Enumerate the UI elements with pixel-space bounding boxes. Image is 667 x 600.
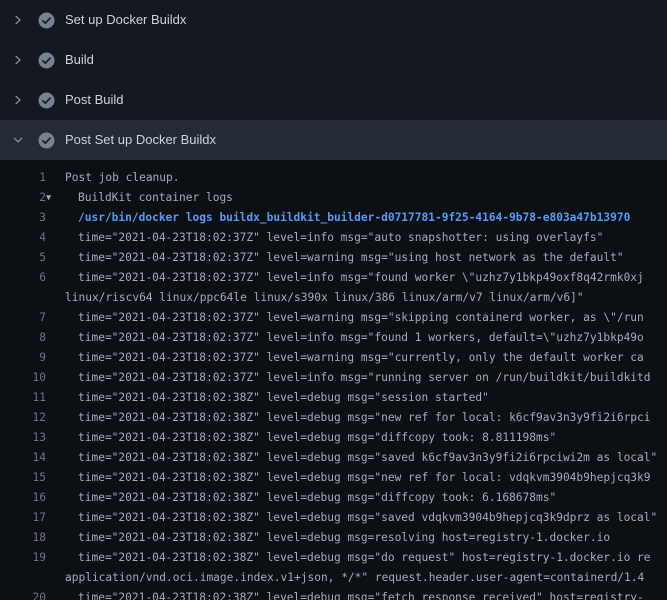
steps-list: Set up Docker Buildx Build P bbox=[0, 0, 667, 160]
log-line-text: time="2021-04-23T18:02:37Z" level=warnin… bbox=[78, 348, 644, 368]
log-line-text: time="2021-04-23T18:02:38Z" level=debug … bbox=[78, 588, 644, 600]
chevron-right-icon[interactable] bbox=[12, 54, 24, 66]
log-line: 15 time="2021-04-23T18:02:38Z" level=deb… bbox=[0, 468, 667, 488]
log-line-text: time="2021-04-23T18:02:37Z" level=info m… bbox=[78, 228, 603, 248]
log-line-text: time="2021-04-23T18:02:37Z" level=warnin… bbox=[78, 308, 644, 328]
log-line-text: time="2021-04-23T18:02:38Z" level=debug … bbox=[78, 408, 651, 428]
check-circle-icon bbox=[38, 132, 55, 149]
log-line-number[interactable]: 5 bbox=[0, 248, 46, 268]
step-label: Post Set up Docker Buildx bbox=[65, 120, 216, 160]
log-line-text: time="2021-04-23T18:02:37Z" level=warnin… bbox=[78, 248, 624, 268]
check-circle-icon bbox=[38, 92, 55, 109]
log-line-number[interactable]: 20 bbox=[0, 588, 46, 600]
log-line-text: linux/riscv64 linux/ppc64le linux/s390x … bbox=[65, 288, 584, 308]
log-line: 2 ▼ BuildKit container logs bbox=[0, 188, 667, 208]
log-line-number[interactable] bbox=[0, 288, 46, 308]
step-row[interactable]: Post Build bbox=[0, 80, 667, 120]
log-line: 3 /usr/bin/docker logs buildx_buildkit_b… bbox=[0, 208, 667, 228]
log-line-text: time="2021-04-23T18:02:38Z" level=debug … bbox=[78, 528, 610, 548]
log-line-text: application/vnd.oci.image.index.v1+json,… bbox=[65, 568, 644, 588]
log-line-number[interactable]: 19 bbox=[0, 548, 46, 568]
log-line-number[interactable]: 13 bbox=[0, 428, 46, 448]
chevron-right-icon[interactable] bbox=[12, 94, 24, 106]
chevron-down-icon[interactable] bbox=[12, 134, 24, 146]
log-line-text: time="2021-04-23T18:02:38Z" level=debug … bbox=[78, 428, 556, 448]
log-line-number[interactable]: 3 bbox=[0, 208, 46, 228]
step-label: Set up Docker Buildx bbox=[65, 0, 186, 40]
log-line: 12 time="2021-04-23T18:02:38Z" level=deb… bbox=[0, 408, 667, 428]
group-collapse-icon[interactable]: ▼ bbox=[46, 188, 59, 208]
log-output[interactable]: 1 Post job cleanup. 2 ▼ BuildKit containe… bbox=[0, 160, 667, 600]
log-line: 20 time="2021-04-23T18:02:38Z" level=deb… bbox=[0, 588, 667, 600]
log-line-text: time="2021-04-23T18:02:37Z" level=info m… bbox=[78, 268, 644, 288]
step-row[interactable]: Set up Docker Buildx bbox=[0, 0, 667, 40]
log-line-text: time="2021-04-23T18:02:38Z" level=debug … bbox=[78, 468, 651, 488]
log-line-text[interactable]: BuildKit container logs bbox=[78, 188, 233, 208]
log-line-text: /usr/bin/docker logs buildx_buildkit_bui… bbox=[78, 208, 630, 228]
log-line: 6 time="2021-04-23T18:02:37Z" level=info… bbox=[0, 268, 667, 288]
log-line-number[interactable]: 17 bbox=[0, 508, 46, 528]
log-line: 1 Post job cleanup. bbox=[0, 168, 667, 188]
check-circle-icon bbox=[38, 12, 55, 29]
log-line: 16 time="2021-04-23T18:02:38Z" level=deb… bbox=[0, 488, 667, 508]
log-line: 10 time="2021-04-23T18:02:37Z" level=inf… bbox=[0, 368, 667, 388]
log-line-number[interactable]: 15 bbox=[0, 468, 46, 488]
log-line-number[interactable]: 6 bbox=[0, 268, 46, 288]
log-line-text: time="2021-04-23T18:02:38Z" level=debug … bbox=[78, 548, 651, 568]
log-line-number[interactable]: 14 bbox=[0, 448, 46, 468]
log-line-text: time="2021-04-23T18:02:38Z" level=debug … bbox=[78, 488, 556, 508]
log-line-number[interactable]: 10 bbox=[0, 368, 46, 388]
log-line: 17 time="2021-04-23T18:02:38Z" level=deb… bbox=[0, 508, 667, 528]
log-line: 14 time="2021-04-23T18:02:38Z" level=deb… bbox=[0, 448, 667, 468]
log-line-number[interactable]: 8 bbox=[0, 328, 46, 348]
log-line: 8 time="2021-04-23T18:02:37Z" level=info… bbox=[0, 328, 667, 348]
log-line: 9 time="2021-04-23T18:02:37Z" level=warn… bbox=[0, 348, 667, 368]
log-line: 18 time="2021-04-23T18:02:38Z" level=deb… bbox=[0, 528, 667, 548]
log-line-text: time="2021-04-23T18:02:37Z" level=info m… bbox=[78, 368, 651, 388]
log-line-number[interactable]: 4 bbox=[0, 228, 46, 248]
step-label: Post Build bbox=[65, 80, 124, 120]
log-line: 13 time="2021-04-23T18:02:38Z" level=deb… bbox=[0, 428, 667, 448]
log-line-number[interactable]: 11 bbox=[0, 388, 46, 408]
log-line: linux/riscv64 linux/ppc64le linux/s390x … bbox=[0, 288, 667, 308]
log-line-text: Post job cleanup. bbox=[65, 168, 180, 188]
log-line: application/vnd.oci.image.index.v1+json,… bbox=[0, 568, 667, 588]
log-line-number[interactable]: 12 bbox=[0, 408, 46, 428]
chevron-right-icon[interactable] bbox=[12, 14, 24, 26]
log-line: 11 time="2021-04-23T18:02:38Z" level=deb… bbox=[0, 388, 667, 408]
log-line: 7 time="2021-04-23T18:02:37Z" level=warn… bbox=[0, 308, 667, 328]
log-line-text: time="2021-04-23T18:02:38Z" level=debug … bbox=[78, 508, 657, 528]
actions-log-viewer: Set up Docker Buildx Build P bbox=[0, 0, 667, 600]
log-line: 4 time="2021-04-23T18:02:37Z" level=info… bbox=[0, 228, 667, 248]
log-line: 19 time="2021-04-23T18:02:38Z" level=deb… bbox=[0, 548, 667, 568]
step-label: Build bbox=[65, 40, 94, 80]
log-line: 5 time="2021-04-23T18:02:37Z" level=warn… bbox=[0, 248, 667, 268]
log-line-text: time="2021-04-23T18:02:38Z" level=debug … bbox=[78, 448, 657, 468]
check-circle-icon bbox=[38, 52, 55, 69]
log-line-number[interactable]: 2 bbox=[0, 188, 46, 208]
step-row[interactable]: Build bbox=[0, 40, 667, 80]
log-line-number[interactable] bbox=[0, 568, 46, 588]
log-line-number[interactable]: 16 bbox=[0, 488, 46, 508]
step-row[interactable]: Post Set up Docker Buildx bbox=[0, 120, 667, 160]
log-line-number[interactable]: 1 bbox=[0, 168, 46, 188]
log-line-number[interactable]: 9 bbox=[0, 348, 46, 368]
log-line-text: time="2021-04-23T18:02:37Z" level=info m… bbox=[78, 328, 644, 348]
log-line-text: time="2021-04-23T18:02:38Z" level=debug … bbox=[78, 388, 489, 408]
log-line-number[interactable]: 18 bbox=[0, 528, 46, 548]
log-line-number[interactable]: 7 bbox=[0, 308, 46, 328]
